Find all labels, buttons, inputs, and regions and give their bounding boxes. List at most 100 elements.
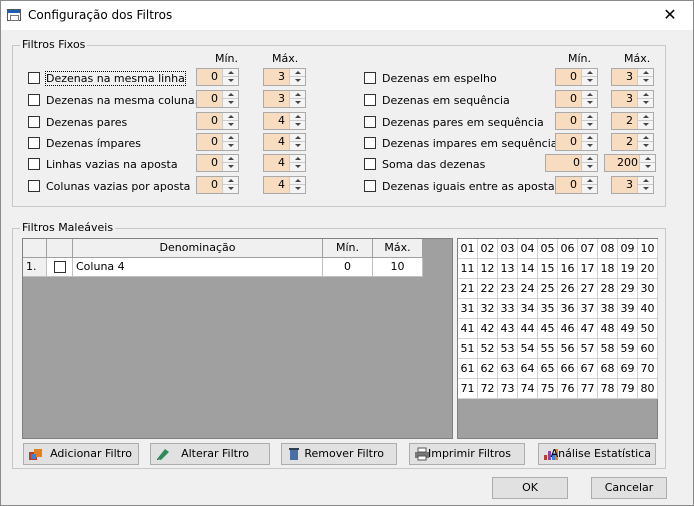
number-cell[interactable]: 13 (498, 259, 518, 279)
fixed-left-checkbox-5[interactable] (28, 180, 40, 192)
number-cell[interactable]: 42 (478, 319, 498, 339)
spin-up-arrow-icon[interactable] (638, 69, 653, 77)
number-cell[interactable]: 46 (558, 319, 578, 339)
spin-down-arrow-icon[interactable] (290, 185, 305, 193)
fixed-left-max-4-arrows[interactable] (289, 155, 305, 171)
fixed-left-max-0[interactable]: 3 (263, 68, 306, 86)
number-cell[interactable]: 26 (558, 279, 578, 299)
number-cell[interactable]: 55 (538, 339, 558, 359)
number-cell[interactable]: 50 (638, 319, 658, 339)
spin-up-arrow-icon[interactable] (290, 91, 305, 99)
fixed-right-max-2-arrows[interactable] (637, 113, 653, 129)
table-header-max[interactable]: Máx. (373, 239, 423, 258)
fixed-left-checkbox-3[interactable] (28, 137, 40, 149)
fixed-left-max-2-value[interactable]: 4 (264, 113, 289, 129)
spin-down-arrow-icon[interactable] (223, 121, 238, 129)
fixed-right-checkbox-5[interactable] (364, 180, 376, 192)
spin-up-arrow-icon[interactable] (582, 177, 597, 185)
number-cell[interactable]: 23 (498, 279, 518, 299)
fixed-right-min-4[interactable]: 0 (545, 154, 598, 172)
fixed-right-max-5[interactable]: 3 (611, 176, 654, 194)
number-cell[interactable]: 08 (598, 239, 618, 259)
spin-down-arrow-icon[interactable] (582, 142, 597, 150)
spin-up-arrow-icon[interactable] (582, 134, 597, 142)
statistics-button[interactable]: Análise Estatística (538, 443, 656, 465)
number-cell[interactable]: 29 (618, 279, 638, 299)
fixed-left-max-1[interactable]: 3 (263, 90, 306, 108)
fixed-right-min-4-value[interactable]: 0 (546, 155, 584, 171)
spin-down-arrow-icon[interactable] (638, 99, 653, 107)
number-cell[interactable]: 36 (558, 299, 578, 319)
fixed-right-min-1[interactable]: 0 (555, 90, 598, 108)
number-cell[interactable]: 18 (598, 259, 618, 279)
number-cell[interactable]: 61 (458, 359, 478, 379)
edit-filter-button[interactable]: Alterar Filtro (150, 443, 270, 465)
cancel-button[interactable]: Cancelar (591, 477, 667, 499)
fixed-right-max-1[interactable]: 3 (611, 90, 654, 108)
number-cell[interactable]: 79 (618, 379, 638, 399)
fixed-left-min-1-arrows[interactable] (222, 91, 238, 107)
number-cell[interactable]: 16 (558, 259, 578, 279)
spin-up-arrow-icon[interactable] (640, 155, 655, 163)
fixed-left-min-4-value[interactable]: 0 (197, 155, 222, 171)
fixed-right-max-1-value[interactable]: 3 (612, 91, 637, 107)
spin-up-arrow-icon[interactable] (223, 177, 238, 185)
spin-down-arrow-icon[interactable] (582, 163, 597, 171)
fixed-left-checkbox-4[interactable] (28, 158, 40, 170)
number-cell[interactable]: 56 (558, 339, 578, 359)
number-cell[interactable]: 58 (598, 339, 618, 359)
fixed-left-max-3-arrows[interactable] (289, 134, 305, 150)
spin-up-arrow-icon[interactable] (638, 113, 653, 121)
number-cell[interactable]: 33 (498, 299, 518, 319)
fixed-left-min-0[interactable]: 0 (196, 68, 239, 86)
number-cell[interactable]: 38 (598, 299, 618, 319)
fixed-right-max-3[interactable]: 2 (611, 133, 654, 151)
spin-down-arrow-icon[interactable] (290, 163, 305, 171)
table-row-max[interactable]: 10 (373, 258, 423, 277)
spin-up-arrow-icon[interactable] (223, 113, 238, 121)
spin-up-arrow-icon[interactable] (582, 113, 597, 121)
fixed-left-max-2-arrows[interactable] (289, 113, 305, 129)
fixed-left-max-0-value[interactable]: 3 (264, 69, 289, 85)
spin-up-arrow-icon[interactable] (290, 113, 305, 121)
ok-button[interactable]: OK (492, 477, 568, 499)
fixed-right-max-3-value[interactable]: 2 (612, 134, 637, 150)
number-cell[interactable]: 34 (518, 299, 538, 319)
fixed-right-min-1-value[interactable]: 0 (556, 91, 581, 107)
number-cell[interactable]: 45 (538, 319, 558, 339)
fixed-right-min-3-arrows[interactable] (581, 134, 597, 150)
fixed-left-min-3[interactable]: 0 (196, 133, 239, 151)
spin-down-arrow-icon[interactable] (223, 185, 238, 193)
number-cell[interactable]: 37 (578, 299, 598, 319)
number-cell[interactable]: 75 (538, 379, 558, 399)
fixed-right-checkbox-3[interactable] (364, 137, 376, 149)
number-cell[interactable]: 64 (518, 359, 538, 379)
spin-down-arrow-icon[interactable] (638, 77, 653, 85)
fixed-left-max-1-value[interactable]: 3 (264, 91, 289, 107)
spin-up-arrow-icon[interactable] (290, 155, 305, 163)
spin-up-arrow-icon[interactable] (290, 177, 305, 185)
fixed-left-max-2[interactable]: 4 (263, 112, 306, 130)
fixed-right-min-3-value[interactable]: 0 (556, 134, 581, 150)
fixed-right-max-1-arrows[interactable] (637, 91, 653, 107)
fixed-right-min-2-arrows[interactable] (581, 113, 597, 129)
spin-down-arrow-icon[interactable] (582, 77, 597, 85)
fixed-left-checkbox-1[interactable] (28, 94, 40, 106)
fixed-right-max-4-value[interactable]: 200 (605, 155, 642, 171)
fixed-left-min-2-value[interactable]: 0 (197, 113, 222, 129)
fixed-right-min-0[interactable]: 0 (555, 68, 598, 86)
fixed-right-min-5-value[interactable]: 0 (556, 177, 581, 193)
spin-down-arrow-icon[interactable] (290, 121, 305, 129)
number-cell[interactable]: 22 (478, 279, 498, 299)
spin-down-arrow-icon[interactable] (223, 163, 238, 171)
table-row-checkbox-cell[interactable] (47, 258, 73, 277)
fixed-right-max-5-value[interactable]: 3 (612, 177, 637, 193)
fixed-right-min-3[interactable]: 0 (555, 133, 598, 151)
fixed-left-min-3-value[interactable]: 0 (197, 134, 222, 150)
number-cell[interactable]: 72 (478, 379, 498, 399)
fixed-left-max-5-arrows[interactable] (289, 177, 305, 193)
spin-down-arrow-icon[interactable] (638, 185, 653, 193)
fixed-left-min-1[interactable]: 0 (196, 90, 239, 108)
number-cell[interactable]: 77 (578, 379, 598, 399)
spin-up-arrow-icon[interactable] (223, 134, 238, 142)
